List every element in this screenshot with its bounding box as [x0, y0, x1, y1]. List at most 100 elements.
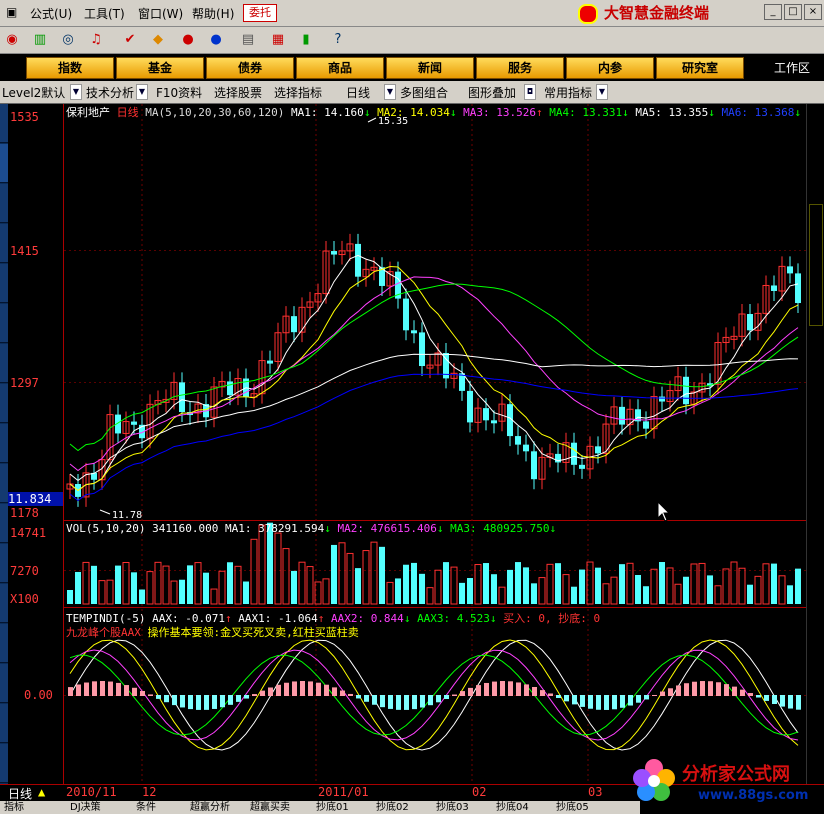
diamond-icon[interactable]: ◆ [148, 31, 168, 49]
func-daily[interactable]: 日线 [346, 84, 370, 101]
vtab-6[interactable] [0, 304, 8, 343]
bottom-period-label[interactable]: 日线 [8, 785, 32, 802]
ma4-value: MA4: 13.331 [549, 106, 623, 119]
btab-2[interactable]: 条件 [136, 801, 156, 814]
volume-bar [370, 541, 378, 605]
check-icon[interactable]: ✔ [120, 31, 140, 49]
minimize-icon[interactable]: _ [764, 4, 782, 20]
alarm-icon[interactable]: ♫ [86, 31, 106, 49]
vol-y-label-14741: 14741 [10, 526, 47, 540]
tech-dropdown-icon[interactable]: ▼ [136, 84, 148, 100]
vtab-17[interactable] [0, 744, 8, 783]
btab-1[interactable]: DJ决策 [70, 801, 101, 814]
menu-logo-icon[interactable]: ▣ [6, 5, 17, 19]
vtab-5[interactable] [0, 264, 8, 303]
maximize-icon[interactable]: □ [784, 4, 802, 20]
nav-internal[interactable]: 内参 [566, 57, 654, 79]
btab-8[interactable]: 抄底04 [496, 801, 529, 814]
func-tech-analysis[interactable]: 技术分析 [86, 84, 134, 101]
cycle-blue-icon[interactable]: ● [206, 31, 226, 49]
ma3-value: MA3: 13.526 [463, 106, 537, 119]
print-icon[interactable]: ▤ [238, 31, 258, 49]
ind-hist-bar [132, 687, 137, 696]
help-pointer-icon[interactable]: ? [328, 31, 348, 49]
btab-4[interactable]: 超赢买卖 [250, 801, 290, 814]
right-scroll-handle[interactable] [809, 204, 823, 326]
nav-bond[interactable]: 债券 [206, 57, 294, 79]
btab-5[interactable]: 抄底01 [316, 801, 349, 814]
ind-hist-bar [68, 687, 73, 696]
nav-service[interactable]: 服务 [476, 57, 564, 79]
menu-formula[interactable]: 公式(U) [30, 5, 72, 22]
flower-logo-icon [633, 759, 675, 801]
func-common-indicator[interactable]: 常用指标 [544, 84, 592, 101]
btab-6[interactable]: 抄底02 [376, 801, 409, 814]
ma4-arrow-icon: ↓ [622, 106, 629, 119]
volume-bar [355, 568, 361, 604]
triangle-icon[interactable]: ▲ [38, 785, 45, 799]
nav-research[interactable]: 研究室 [656, 57, 744, 79]
func-overlay[interactable]: 图形叠加 [468, 84, 516, 101]
volume-bar [483, 563, 489, 604]
common-dropdown-icon[interactable]: ▼ [596, 84, 608, 100]
vtab-3[interactable] [0, 184, 8, 223]
vtab-2[interactable] [0, 144, 8, 183]
func-select-stock[interactable]: 选择股票 [214, 84, 262, 101]
vtab-15[interactable] [0, 664, 8, 703]
vtab-14[interactable] [0, 624, 8, 663]
nav-fund[interactable]: 基金 [116, 57, 204, 79]
ind-hist-bar [124, 685, 129, 696]
nav-news[interactable]: 新闻 [386, 57, 474, 79]
func-level2[interactable]: Level2默认 [2, 84, 65, 101]
workarea-label[interactable]: 工作区 [774, 59, 810, 76]
candle-body [131, 421, 137, 425]
menu-help[interactable]: 帮助(H) [192, 5, 234, 22]
vtab-9[interactable] [0, 424, 8, 463]
low-marker-text: 11.78 [112, 510, 142, 521]
bar-chart-icon[interactable]: ▥ [30, 31, 50, 49]
func-f10[interactable]: F10资料 [156, 84, 202, 101]
vtab-7[interactable] [0, 344, 8, 383]
volume-bar [98, 580, 106, 605]
close-icon[interactable]: × [804, 4, 822, 20]
vtab-16[interactable] [0, 704, 8, 743]
func-select-indicator[interactable]: 选择指标 [274, 84, 322, 101]
vtab-12[interactable] [0, 544, 8, 583]
btab-9[interactable]: 抄底05 [556, 801, 589, 814]
level2-dropdown-icon[interactable]: ▼ [70, 84, 82, 100]
vtab-8[interactable] [0, 384, 8, 423]
volume-bar [331, 544, 337, 604]
btab-3[interactable]: 超赢分析 [190, 801, 230, 814]
vtab-11[interactable] [0, 504, 8, 543]
menu-window[interactable]: 窗口(W) [138, 5, 183, 22]
ind-hist-bar [284, 682, 289, 696]
glasses-icon[interactable]: ◉ [2, 31, 22, 49]
chart-area[interactable]: 15.35 11.78 保利地产 日线 MA(5,10,20,30,60,120… [64, 104, 806, 784]
nav-commodity[interactable]: 商品 [296, 57, 384, 79]
binoculars-icon[interactable]: ◎ [58, 31, 78, 49]
candle-body [467, 390, 473, 423]
lock-icon[interactable]: ◘ [524, 84, 536, 100]
func-multi-chart[interactable]: 多图组合 [400, 84, 448, 101]
ind-hist-bar [236, 695, 241, 702]
ind-hist-bar [308, 681, 313, 696]
vtab-1[interactable] [0, 104, 8, 143]
vtab-10[interactable] [0, 464, 8, 503]
vtab-4[interactable] [0, 224, 8, 263]
volume-bar [643, 586, 649, 604]
entrust-button[interactable]: 委托 [243, 4, 277, 22]
daily-dropdown-icon[interactable]: ▼ [384, 84, 396, 100]
btab-7[interactable]: 抄底03 [436, 801, 469, 814]
btab-0[interactable]: 指标 [4, 801, 24, 814]
window-icon[interactable]: ▦ [268, 31, 288, 49]
ind-hist-bar [196, 695, 201, 710]
vol-y-label-x100: X100 [10, 592, 39, 606]
menu-tools[interactable]: 工具(T) [84, 5, 125, 22]
volume-bar [635, 574, 641, 604]
cycle-red-icon[interactable]: ● [178, 31, 198, 49]
nav-index[interactable]: 指数 [26, 57, 114, 79]
books-icon[interactable]: ▮ [296, 31, 316, 49]
ind-hist-bar [652, 694, 657, 696]
candle-body [515, 436, 521, 445]
vtab-13[interactable] [0, 584, 8, 623]
